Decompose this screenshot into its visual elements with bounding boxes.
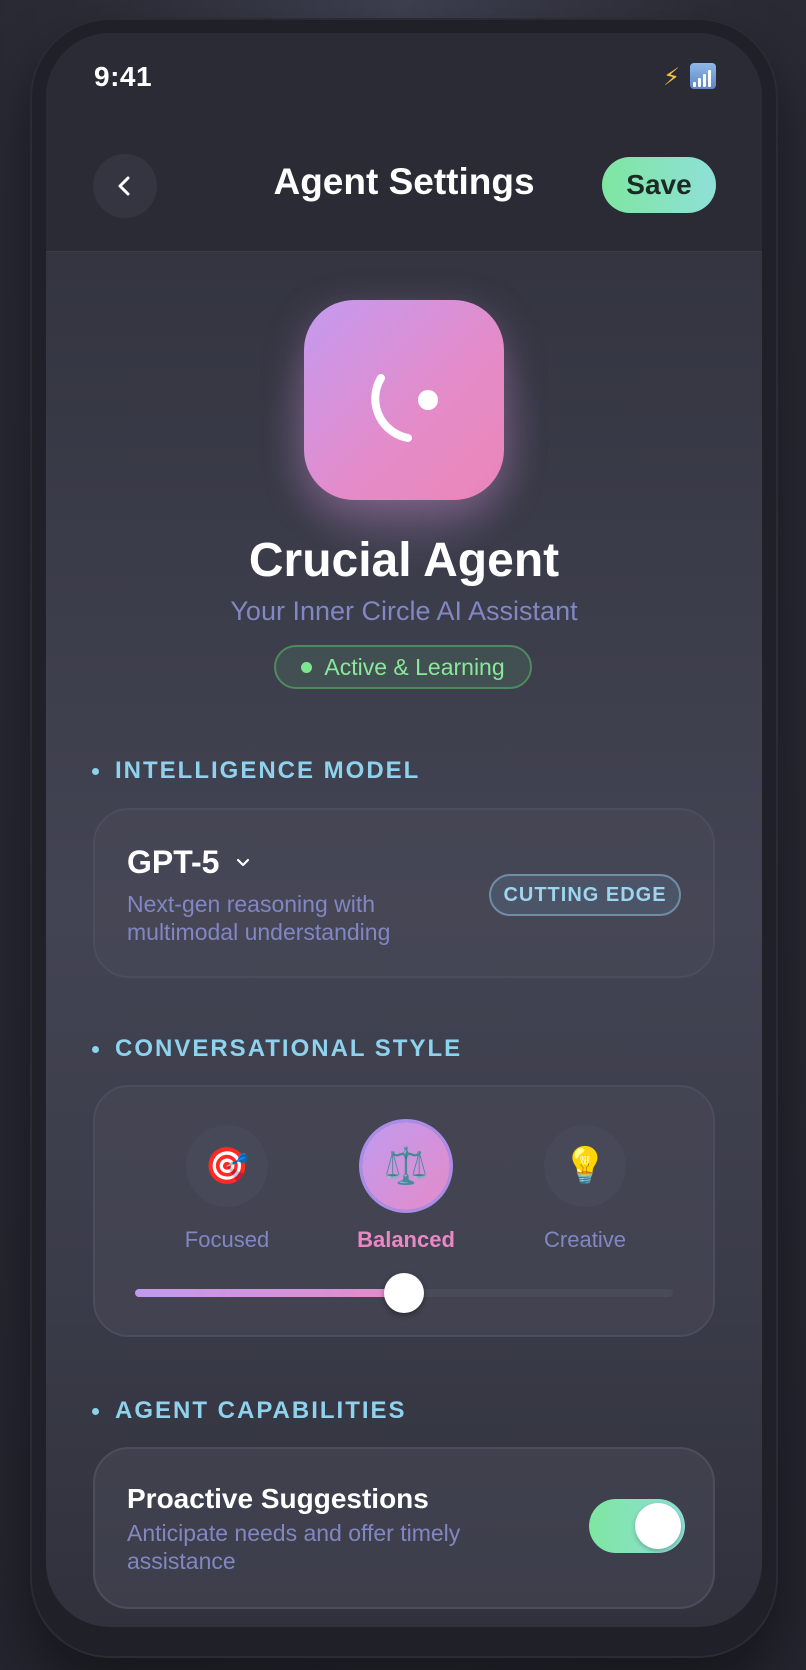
section-title: INTELLIGENCE MODEL [115, 757, 421, 784]
style-option-balanced[interactable]: ⚖️ Balanced [326, 1122, 486, 1253]
model-description: Next-gen reasoning with multimodal under… [127, 891, 391, 945]
section-header-intelligence: INTELLIGENCE MODEL [92, 757, 420, 785]
style-option-focused[interactable]: 🎯 Focused [147, 1125, 307, 1253]
style-card: 🎯 Focused ⚖️ Balanced 💡 Creative [93, 1085, 715, 1337]
capability-description: Anticipate needs and offer timely assist… [127, 1520, 461, 1574]
bullet-icon [92, 1045, 99, 1053]
save-button[interactable]: Save [602, 157, 716, 213]
agent-face-icon [371, 374, 438, 442]
lightning-icon: ⚡ [663, 64, 680, 91]
style-option-label: Balanced [357, 1227, 455, 1252]
section-header-style: CONVERSATIONAL STYLE [92, 1035, 462, 1063]
section-header-capabilities: AGENT CAPABILITIES [92, 1397, 407, 1425]
slider-thumb[interactable] [384, 1273, 424, 1313]
model-card[interactable]: GPT-5 Next-gen reasoning with multimodal… [93, 808, 715, 978]
chevron-left-icon [118, 176, 130, 196]
status-badge-label: Active & Learning [324, 653, 505, 680]
section-title: CONVERSATIONAL STYLE [115, 1035, 463, 1062]
top-bar [46, 33, 762, 252]
section-title: AGENT CAPABILITIES [115, 1397, 407, 1424]
capability-title: Proactive Suggestions [127, 1483, 429, 1514]
signal-icon [690, 63, 716, 89]
capability-card: Proactive Suggestions Anticipate needs a… [93, 1447, 715, 1609]
scales-icon: ⚖️ [362, 1122, 450, 1210]
bullet-icon [92, 767, 99, 775]
status-icons: ⚡ [663, 63, 716, 92]
style-option-label: Creative [544, 1227, 626, 1252]
agent-subtitle: Your Inner Circle AI Assistant [230, 596, 578, 626]
app-screen: 9:41 ⚡ Agent Settings Save Crucial Agent… [46, 33, 762, 1627]
chevron-down-icon [237, 858, 250, 866]
status-badge: Active & Learning [274, 645, 532, 689]
target-icon: 🎯 [186, 1125, 268, 1207]
agent-name: Crucial Agent [248, 534, 560, 587]
bullet-icon [92, 1407, 99, 1415]
model-selector[interactable]: GPT-5 [127, 844, 251, 881]
lightbulb-icon: 💡 [544, 1125, 626, 1207]
toggle-knob [635, 1503, 681, 1549]
style-slider[interactable] [135, 1273, 673, 1313]
style-option-creative[interactable]: 💡 Creative [505, 1125, 665, 1253]
style-option-label: Focused [184, 1227, 270, 1252]
agent-avatar [304, 300, 504, 500]
status-dot-icon [301, 661, 313, 673]
back-button[interactable] [93, 154, 157, 218]
slider-fill [135, 1289, 404, 1297]
proactive-suggestions-toggle[interactable] [589, 1499, 685, 1553]
status-time: 9:41 [94, 61, 153, 92]
model-name: GPT-5 [127, 844, 220, 880]
model-tag-badge: CUTTING EDGE [489, 874, 681, 916]
